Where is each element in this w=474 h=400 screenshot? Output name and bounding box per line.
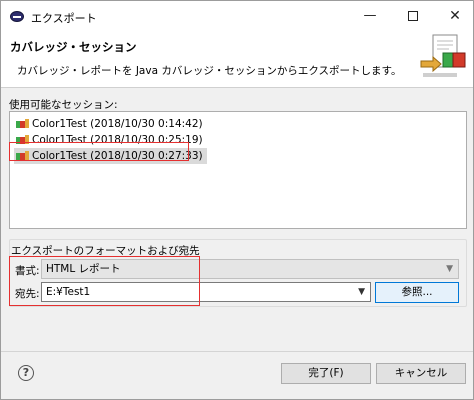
sessions-label: 使用可能なセッション: <box>9 99 118 111</box>
chevron-down-icon: ▼ <box>446 264 453 274</box>
maximize-icon <box>408 11 418 21</box>
cancel-button[interactable]: キャンセル <box>376 363 466 384</box>
session-item[interactable]: Color1Test (2018/10/30 0:25:19) <box>14 132 207 148</box>
maximize-button[interactable] <box>399 6 427 26</box>
banner-title: カバレッジ・セッション <box>10 40 137 54</box>
session-list[interactable]: Color1Test (2018/10/30 0:14:42) Color1Te… <box>9 111 467 229</box>
finish-button[interactable]: 完了(F) <box>281 363 371 384</box>
coverage-session-icon <box>16 119 29 128</box>
footer-separator <box>1 351 473 352</box>
session-label: Color1Test (2018/10/30 0:25:19) <box>32 134 203 146</box>
session-label: Color1Test (2018/10/30 0:27:33) <box>32 150 203 162</box>
coverage-session-icon <box>16 151 29 160</box>
minimize-button[interactable]: — <box>356 6 384 26</box>
export-dialog: エクスポート — ✕ カバレッジ・セッション カバレッジ・レポートを Java … <box>0 0 474 400</box>
format-label: 書式: <box>15 265 40 277</box>
session-item[interactable]: Color1Test (2018/10/30 0:14:42) <box>14 116 207 132</box>
session-label: Color1Test (2018/10/30 0:14:42) <box>32 118 203 130</box>
wizard-banner: カバレッジ・セッション カバレッジ・レポートを Java カバレッジ・セッション… <box>1 31 473 88</box>
session-item-selected[interactable]: Color1Test (2018/10/30 0:27:33) <box>14 148 207 164</box>
destination-combo[interactable]: E:¥Test1 ▼ <box>41 282 371 302</box>
close-button[interactable]: ✕ <box>441 6 469 26</box>
banner-description: カバレッジ・レポートを Java カバレッジ・セッションからエクスポートします。 <box>17 65 402 77</box>
chevron-down-icon[interactable]: ▼ <box>358 283 365 301</box>
export-wizard-icon <box>420 34 466 77</box>
eclipse-app-icon <box>10 11 24 22</box>
title-bar: エクスポート — ✕ <box>1 1 473 31</box>
window-title: エクスポート <box>31 12 97 25</box>
destination-value: E:¥Test1 <box>46 286 91 298</box>
format-select[interactable]: HTML レポート ▼ <box>41 259 459 279</box>
format-value: HTML レポート <box>46 263 121 275</box>
help-icon[interactable]: ? <box>18 365 34 381</box>
export-format-group-title: エクスポートのフォーマットおよび宛先 <box>11 243 200 258</box>
destination-label: 宛先: <box>15 288 40 300</box>
coverage-session-icon <box>16 135 29 144</box>
browse-button[interactable]: 参照... <box>375 282 459 303</box>
